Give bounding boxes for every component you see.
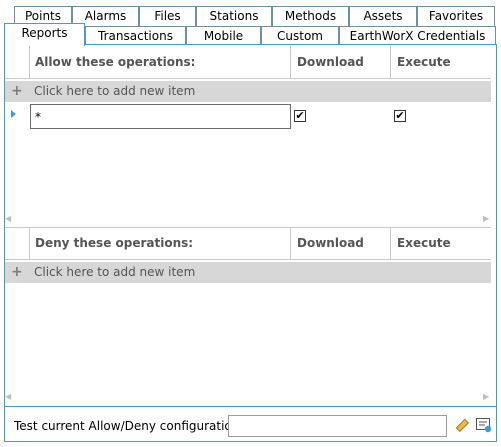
deny-operations-header[interactable]: Deny these operations: Download Execute [5, 227, 491, 260]
column-divider [390, 46, 391, 79]
plus-icon: + [11, 264, 23, 280]
test-footer: Test current Allow/Deny configuration: [4, 406, 497, 442]
tab-methods[interactable]: Methods [272, 6, 349, 26]
scroll-left-icon[interactable]: ◀ [5, 214, 11, 223]
allow-grid: Allow these operations: Download Execute… [5, 46, 491, 226]
allow-operations-header[interactable]: Allow these operations: Download Execute [5, 46, 491, 79]
scroll-right-icon[interactable]: ▶ [483, 392, 489, 401]
tab-earthworx-credentials[interactable]: EarthWorX Credentials [339, 26, 496, 45]
test-label: Test current Allow/Deny configuration: [14, 419, 244, 433]
column-divider [390, 227, 391, 260]
column-divider [29, 227, 30, 260]
plus-icon: + [11, 83, 23, 99]
tab-custom[interactable]: Custom [261, 26, 339, 45]
deny-add-row[interactable]: + Click here to add new item [5, 262, 491, 283]
allow-operation-input[interactable] [30, 104, 291, 129]
column-divider [29, 46, 30, 79]
allow-execute-header[interactable]: Execute [397, 46, 451, 79]
scroll-left-icon[interactable]: ◀ [5, 392, 11, 401]
column-divider [290, 46, 291, 79]
tab-reports[interactable]: Reports [4, 23, 85, 46]
deny-execute-header[interactable]: Execute [397, 227, 451, 260]
tab-favorites[interactable]: Favorites [417, 6, 495, 26]
report-icon[interactable] [475, 416, 493, 434]
tab-files[interactable]: Files [139, 6, 196, 26]
tab-mobile[interactable]: Mobile [186, 26, 261, 45]
allow-download-checkbox[interactable]: ✔ [294, 110, 306, 122]
scroll-right-icon[interactable]: ▶ [483, 214, 489, 223]
allow-row: ✔ ✔ [5, 104, 491, 129]
ruler-pencil-icon[interactable] [454, 417, 470, 433]
test-input[interactable] [228, 415, 447, 437]
allow-execute-checkbox[interactable]: ✔ [394, 110, 406, 122]
tab-stations[interactable]: Stations [196, 6, 272, 26]
allow-download-header[interactable]: Download [297, 46, 364, 79]
tab-assets[interactable]: Assets [349, 6, 417, 26]
tab-transactions[interactable]: Transactions [85, 26, 186, 45]
triangle-right-icon [11, 110, 16, 118]
column-divider [290, 227, 291, 260]
deny-download-header[interactable]: Download [297, 227, 364, 260]
allow-add-row[interactable]: + Click here to add new item [5, 81, 491, 102]
deny-grid: Deny these operations: Download Execute … [5, 227, 491, 402]
